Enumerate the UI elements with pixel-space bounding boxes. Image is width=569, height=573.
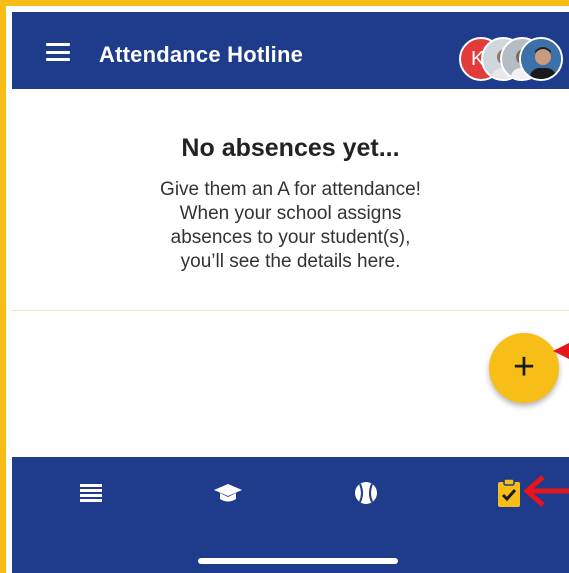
empty-state-line: you’ll see the details here.	[180, 251, 401, 272]
annotation-arrow-icon	[523, 475, 569, 507]
app-frame: Attendance Hotline K No absences yet... …	[0, 0, 569, 573]
hamburger-menu-icon[interactable]	[46, 43, 70, 61]
student-avatars[interactable]: K	[457, 37, 565, 85]
list-icon[interactable]	[75, 477, 107, 509]
bottom-navigation	[12, 457, 569, 573]
add-button[interactable]: +	[489, 333, 559, 403]
baseball-icon[interactable]	[350, 477, 382, 509]
annotation-arrow-icon	[553, 343, 569, 359]
avatar[interactable]	[519, 37, 563, 81]
empty-state-line: When your school assigns	[179, 203, 402, 224]
empty-state-line: absences to your student(s),	[170, 227, 411, 248]
home-indicator[interactable]	[198, 558, 398, 564]
graduation-cap-icon[interactable]	[212, 477, 244, 509]
empty-state-message: Give them an A for attendance! When your…	[12, 178, 569, 274]
empty-state-line: Give them an A for attendance!	[160, 179, 421, 200]
page-title: Attendance Hotline	[99, 42, 304, 67]
app-header: Attendance Hotline K	[12, 12, 569, 89]
divider	[12, 310, 569, 311]
empty-state-title: No absences yet...	[181, 134, 400, 162]
